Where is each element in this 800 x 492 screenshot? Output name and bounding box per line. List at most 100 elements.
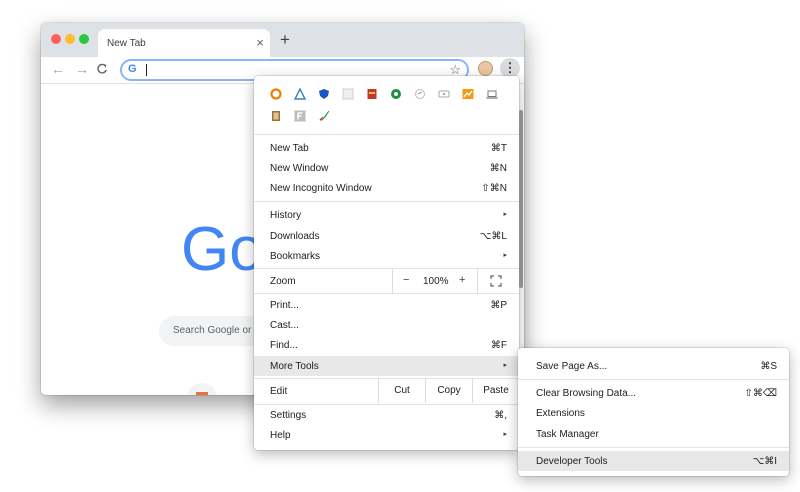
menu-item-label: Cast... xyxy=(270,320,299,331)
profile-avatar[interactable] xyxy=(478,61,493,76)
menu-item-label: History xyxy=(270,210,302,221)
logo-text-blue: Go xyxy=(181,215,264,284)
submenu-item-extensions[interactable]: Extensions xyxy=(518,403,789,423)
paste-button[interactable]: Paste xyxy=(472,379,519,403)
menu-divider xyxy=(254,201,519,202)
menu-divider xyxy=(254,134,519,135)
menu-item-label: More Tools xyxy=(270,361,319,372)
menu-item-shortcut: ⌘N xyxy=(489,163,507,174)
ext-tag-icon[interactable] xyxy=(414,88,426,100)
menu-item-label: New Tab xyxy=(270,143,309,154)
submenu-arrow-icon: ▸ xyxy=(503,431,507,438)
menu-item-shortcut: ⌘S xyxy=(760,361,777,372)
menu-item-downloads[interactable]: Downloads ⌥⌘L xyxy=(254,226,519,246)
ext-red-box-icon[interactable] xyxy=(366,88,378,100)
tab-strip: New Tab × + xyxy=(41,23,524,57)
tab-close-icon[interactable]: × xyxy=(256,36,264,49)
menu-item-new-tab[interactable]: New Tab ⌘T xyxy=(254,138,519,158)
chrome-menu-button[interactable]: ⋮ xyxy=(500,58,520,78)
zoom-controls: − 100% + xyxy=(392,269,478,293)
shortcut-tile[interactable] xyxy=(187,383,217,395)
menu-item-label: New Incognito Window xyxy=(270,183,372,194)
menu-item-cast[interactable]: Cast... xyxy=(254,315,519,335)
menu-item-label: Developer Tools xyxy=(536,456,608,467)
chrome-menu: New Tab ⌘T New Window ⌘N New Incognito W… xyxy=(254,76,523,450)
menu-item-shortcut: ⌘P xyxy=(490,300,507,311)
close-window-button[interactable] xyxy=(51,34,61,44)
reload-icon[interactable] xyxy=(96,60,108,79)
minimize-window-button[interactable] xyxy=(65,34,75,44)
menu-item-label: Settings xyxy=(270,410,307,421)
menu-zoom-row: Zoom − 100% + xyxy=(254,269,519,293)
ext-blue-triangle-icon[interactable] xyxy=(294,88,306,100)
submenu-arrow-icon: ▸ xyxy=(503,362,507,369)
menu-item-label: Find... xyxy=(270,340,298,351)
menu-scrollbar[interactable] xyxy=(519,110,523,288)
menu-edit-row: Edit Cut Copy Paste xyxy=(254,379,519,403)
submenu-item-clear-browsing-data[interactable]: Clear Browsing Data... ⇧⌘⌫ xyxy=(518,383,789,403)
ext-green-circle-icon[interactable] xyxy=(390,88,402,100)
forward-arrow-icon[interactable]: → xyxy=(75,60,89,78)
menu-item-shortcut: ⇧⌘⌫ xyxy=(744,388,777,399)
ext-notebook-icon[interactable] xyxy=(270,110,282,122)
more-tools-submenu: Save Page As... ⌘S Clear Browsing Data..… xyxy=(518,348,789,476)
menu-item-new-window[interactable]: New Window ⌘N xyxy=(254,158,519,178)
menu-divider xyxy=(518,379,789,380)
menu-item-shortcut: ⌘T xyxy=(490,143,507,154)
ext-orange-ring-icon[interactable] xyxy=(270,88,282,100)
menu-item-label: Task Manager xyxy=(536,429,599,440)
submenu-item-save-page-as[interactable]: Save Page As... ⌘S xyxy=(518,356,789,376)
ext-orange-chart-icon[interactable] xyxy=(462,88,474,100)
menu-item-history[interactable]: History ▸ xyxy=(254,205,519,225)
zoom-in-button[interactable]: + xyxy=(459,274,465,286)
menu-item-shortcut: ⌥⌘L xyxy=(479,231,507,242)
zoom-level-value: 100% xyxy=(423,276,449,287)
text-cursor xyxy=(146,64,147,76)
menu-item-shortcut: ⌥⌘I xyxy=(752,456,777,467)
edit-label: Edit xyxy=(270,386,288,397)
menu-item-label: Downloads xyxy=(270,231,320,242)
menu-item-label: Save Page As... xyxy=(536,361,608,372)
menu-item-shortcut: ⌘F xyxy=(490,340,507,351)
ext-rocket-icon[interactable] xyxy=(318,110,330,122)
menu-item-help[interactable]: Help ▸ xyxy=(254,425,519,445)
menu-item-label: Extensions xyxy=(536,408,585,419)
submenu-arrow-icon: ▸ xyxy=(503,252,507,259)
submenu-item-task-manager[interactable]: Task Manager xyxy=(518,424,789,444)
menu-item-label: Help xyxy=(270,430,291,441)
zoom-out-button[interactable]: − xyxy=(403,274,409,286)
ext-gray-badge-icon[interactable] xyxy=(438,88,450,100)
menu-item-find[interactable]: Find... ⌘F xyxy=(254,335,519,355)
menu-item-shortcut: ⇧⌘N xyxy=(481,183,507,194)
ext-blank-icon[interactable] xyxy=(342,88,354,100)
menu-item-label: Clear Browsing Data... xyxy=(536,388,637,399)
menu-divider xyxy=(518,447,789,448)
menu-item-more-tools[interactable]: More Tools ▸ xyxy=(254,356,519,376)
menu-item-label: Print... xyxy=(270,300,299,311)
ext-shield-icon[interactable] xyxy=(318,88,330,100)
new-tab-button[interactable]: + xyxy=(280,30,290,50)
back-arrow-icon[interactable]: ← xyxy=(51,60,65,78)
menu-divider xyxy=(254,293,519,294)
menu-item-new-incognito-window[interactable]: New Incognito Window ⇧⌘N xyxy=(254,178,519,198)
submenu-arrow-icon: ▸ xyxy=(503,211,507,218)
ext-letter-f-icon[interactable] xyxy=(294,110,306,122)
menu-item-settings[interactable]: Settings ⌘, xyxy=(254,405,519,425)
menu-item-print[interactable]: Print... ⌘P xyxy=(254,295,519,315)
cut-button[interactable]: Cut xyxy=(378,379,425,403)
fullscreen-icon[interactable] xyxy=(490,275,502,287)
copy-button[interactable]: Copy xyxy=(425,379,472,403)
search-placeholder: Search Google or xyxy=(173,325,252,336)
menu-item-shortcut: ⌘, xyxy=(494,410,507,421)
tile-favicon-icon xyxy=(196,392,208,395)
zoom-window-button[interactable] xyxy=(79,34,89,44)
submenu-item-developer-tools[interactable]: Developer Tools ⌥⌘I xyxy=(518,451,789,471)
google-g-icon: G xyxy=(128,63,137,75)
menu-item-bookmarks[interactable]: Bookmarks ▸ xyxy=(254,246,519,266)
tab-new-tab[interactable]: New Tab × xyxy=(98,29,270,57)
zoom-label: Zoom xyxy=(270,276,296,287)
menu-item-label: Bookmarks xyxy=(270,251,321,262)
menu-item-label: New Window xyxy=(270,163,329,174)
tab-title: New Tab xyxy=(107,38,146,49)
ext-laptop-icon[interactable] xyxy=(486,88,498,100)
